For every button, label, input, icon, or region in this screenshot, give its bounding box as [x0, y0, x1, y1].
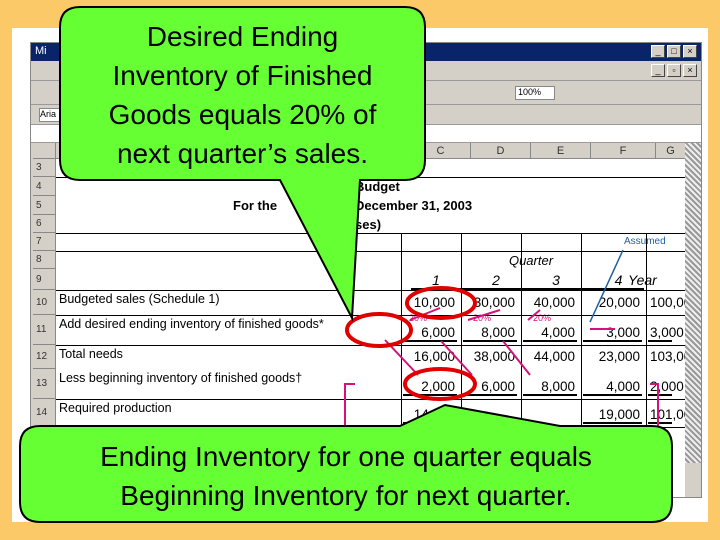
callout-line: Goods equals 20% of [108, 99, 377, 130]
callout-line: Beginning Inventory for next quarter. [120, 480, 572, 511]
callout-line: next quarter’s sales. [116, 138, 369, 169]
top-callout: Desired Ending Inventory of Finished Goo… [60, 17, 425, 173]
highlight-circles [345, 286, 477, 401]
bottom-callout: Ending Inventory for one quarter equals … [20, 437, 672, 515]
arrows [344, 307, 659, 430]
callout-line: Desired Ending [146, 21, 339, 52]
callout-line: Inventory of Finished [112, 60, 373, 91]
callout-line: Ending Inventory for one quarter equals [100, 441, 592, 472]
